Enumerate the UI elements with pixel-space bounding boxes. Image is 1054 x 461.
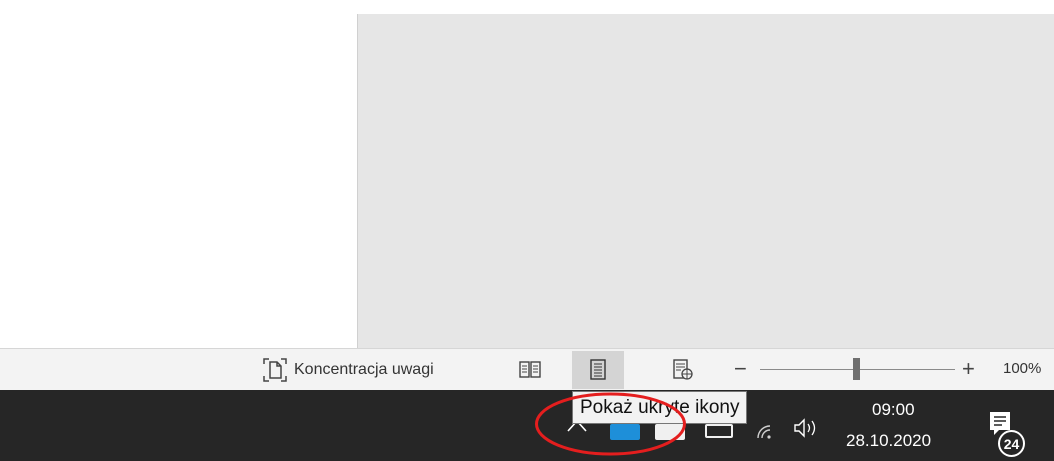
read-mode-button[interactable] <box>504 351 556 389</box>
status-bar: Koncentracja uwagi − + 100% <box>0 348 1054 390</box>
web-page-icon <box>673 359 693 380</box>
focus-mode-button[interactable]: Koncentracja uwagi <box>262 355 434 385</box>
focus-mode-label: Koncentracja uwagi <box>294 361 434 378</box>
document-page <box>0 0 357 348</box>
zoom-level[interactable]: 100% <box>1003 360 1041 377</box>
print-layout-button[interactable] <box>572 351 624 389</box>
book-icon <box>519 361 541 378</box>
taskbar: 09:00 28.10.2020 24 <box>0 390 1054 461</box>
volume-icon[interactable] <box>793 416 823 440</box>
document-background <box>357 14 1054 348</box>
clock-date[interactable]: 28.10.2020 <box>846 431 931 451</box>
clock-time[interactable]: 09:00 <box>872 400 915 420</box>
page-icon <box>590 359 606 380</box>
wifi-icon[interactable] <box>752 420 776 440</box>
zoom-slider-thumb[interactable] <box>853 358 860 380</box>
tray-app-icon[interactable] <box>655 424 685 440</box>
zoom-in-button[interactable]: + <box>962 355 975 383</box>
web-layout-button[interactable] <box>657 351 709 389</box>
focus-icon <box>263 358 287 382</box>
zoom-out-button[interactable]: − <box>734 355 747 383</box>
show-hidden-icons-tooltip: Pokaż ukryte ikony <box>572 391 748 424</box>
onedrive-icon[interactable] <box>610 424 640 440</box>
notification-count-badge: 24 <box>998 430 1025 457</box>
display-icon[interactable] <box>705 424 733 438</box>
